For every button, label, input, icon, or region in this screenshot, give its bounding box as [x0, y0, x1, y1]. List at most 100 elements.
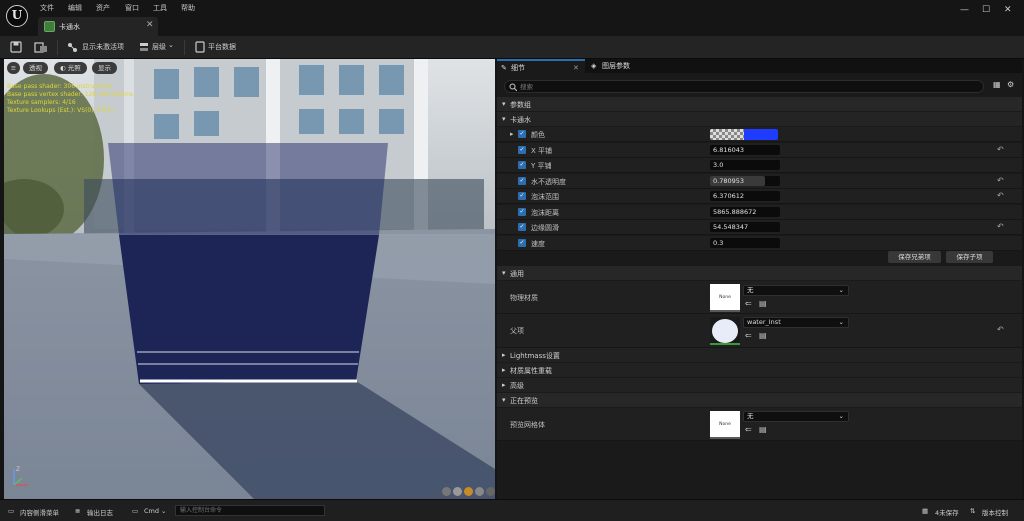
param-value-field[interactable]: 6.370612	[710, 191, 780, 201]
menu-help[interactable]: 帮助	[181, 3, 195, 13]
category-previewing[interactable]: ▾ 正在预览	[497, 393, 1022, 408]
reset-arrow-icon[interactable]: ↶	[997, 176, 1004, 185]
save-children-button[interactable]: 保存子项	[946, 251, 993, 263]
param-value-field[interactable]: 6.816043	[710, 144, 780, 155]
material-viewport[interactable]: ≡ 透视 ◐ 光照 显示 Base pass shader: 306 instr…	[4, 59, 495, 499]
override-checkbox[interactable]: ✓	[518, 176, 526, 185]
source-control-button[interactable]: 版本控制	[982, 507, 1008, 517]
gear-icon[interactable]: ⚙	[1007, 80, 1014, 89]
subcategory-toon-water[interactable]: ▾ 卡通水	[497, 112, 1022, 127]
menu-asset[interactable]: 资产	[96, 3, 110, 13]
browse-icon[interactable]: ▤	[759, 331, 767, 340]
use-selected-icon[interactable]: ⇐	[745, 331, 752, 340]
browse-icon[interactable]: ▤	[759, 299, 767, 308]
save-siblings-button[interactable]: 保存兄弟项	[888, 251, 941, 263]
details-tab[interactable]: ✎ 细节 ✕	[497, 59, 585, 73]
category-material-override[interactable]: ▸ 材质属性重载	[497, 363, 1022, 378]
window-close-icon[interactable]: ✕	[1004, 5, 1012, 15]
platform-device-icon	[195, 41, 205, 53]
category-label: 参数组	[510, 101, 531, 109]
category-param-group[interactable]: ▾ 参数组	[497, 97, 1022, 112]
override-checkbox[interactable]: ✓	[518, 223, 526, 231]
close-details-icon[interactable]: ✕	[573, 61, 579, 75]
param-row: ✓ X 平铺 6.816043 ↶	[497, 142, 1022, 158]
override-checkbox[interactable]: ✓	[518, 130, 526, 138]
menu-tools[interactable]: 工具	[153, 3, 167, 13]
output-log-button[interactable]: 输出日志	[87, 507, 113, 517]
override-checkbox[interactable]: ✓	[518, 207, 526, 216]
param-label: 边缘圆滑	[531, 224, 559, 232]
param-label: 颜色	[531, 131, 545, 139]
phys-material-dropdown[interactable]: 无 ⌄	[743, 285, 849, 296]
close-tab-icon[interactable]: ✕	[146, 20, 154, 30]
chevron-down-icon: ⌄	[838, 286, 844, 294]
console-input[interactable]	[175, 505, 325, 516]
asset-tab[interactable]: 卡通水 ✕	[38, 17, 158, 36]
param-value-field[interactable]: 5865.888672	[710, 206, 780, 217]
viewport-scene	[4, 59, 495, 499]
parent-dropdown[interactable]: water_Inst ⌄	[743, 317, 849, 328]
shader-stat-line: Texture Lookups (Est.): VS(0), PS(5)	[7, 107, 114, 114]
show-inactive-button[interactable]: 显示未激活项	[82, 42, 124, 52]
chevron-down-icon: ⌄	[838, 318, 844, 326]
reset-arrow-icon[interactable]: ↶	[997, 222, 1004, 231]
param-value: 54.548347	[713, 223, 749, 231]
save-icon[interactable]	[10, 41, 22, 53]
param-value: 3.0	[713, 161, 724, 169]
use-selected-icon[interactable]: ⇐	[745, 299, 752, 308]
show-button[interactable]: 显示	[92, 62, 117, 74]
menu-edit[interactable]: 编辑	[68, 3, 82, 13]
phys-material-thumbnail[interactable]: None	[710, 284, 740, 312]
category-label: 通用	[510, 270, 524, 278]
param-value-field[interactable]: 0.780953	[710, 175, 780, 186]
category-general[interactable]: ▾ 通用	[497, 266, 1022, 281]
reset-arrow-icon[interactable]: ↶	[997, 325, 1004, 334]
param-value-field[interactable]: 0.3	[710, 237, 780, 248]
unsaved-button[interactable]: 4未保存	[935, 507, 959, 517]
color-swatch[interactable]	[710, 129, 778, 140]
table-view-icon[interactable]: ▦	[993, 80, 1001, 89]
override-checkbox[interactable]: ✓	[518, 161, 526, 169]
reset-arrow-icon[interactable]: ↶	[997, 191, 1004, 200]
preview-sphere-icon[interactable]	[453, 487, 462, 496]
details-search-box[interactable]	[504, 80, 984, 93]
reset-arrow-icon[interactable]: ↶	[997, 145, 1004, 154]
browse-asset-icon[interactable]	[34, 41, 48, 53]
parent-thumbnail[interactable]	[710, 317, 740, 345]
override-checkbox[interactable]: ✓	[518, 192, 526, 200]
param-row: ✓ 泡沫距离 5865.888672	[497, 204, 1022, 220]
search-icon	[509, 83, 517, 91]
viewport-menu-button[interactable]: ≡	[7, 62, 20, 74]
material-instance-icon	[44, 21, 55, 32]
preview-plane-icon[interactable]	[464, 487, 473, 496]
search-input[interactable]	[520, 82, 960, 91]
maximize-icon[interactable]: ☐	[982, 5, 990, 15]
preview-cylinder-icon[interactable]	[442, 487, 451, 496]
use-selected-icon[interactable]: ⇐	[745, 425, 752, 434]
platform-data-button[interactable]: 平台数据	[208, 42, 236, 52]
param-value-field[interactable]: 54.548347	[710, 222, 780, 232]
menu-file[interactable]: 文件	[40, 3, 54, 13]
layers-icon: ◈	[591, 62, 597, 70]
preview-mesh-thumbnail[interactable]: None	[710, 411, 740, 439]
source-control-icon: ⇅	[970, 507, 976, 515]
param-value-field[interactable]: 3.0	[710, 160, 780, 170]
preview-mesh-dropdown[interactable]: 无 ⌄	[743, 411, 849, 422]
override-checkbox[interactable]: ✓	[518, 145, 526, 154]
hierarchy-dropdown[interactable]: 层级	[152, 42, 166, 52]
preview-cube-icon[interactable]	[475, 487, 484, 496]
override-checkbox[interactable]: ✓	[518, 238, 526, 247]
category-lightmass[interactable]: ▸ Lightmass设置	[497, 348, 1022, 363]
console-icon: ▭	[132, 507, 139, 515]
browse-icon[interactable]: ▤	[759, 425, 767, 434]
preview-mesh-icon[interactable]	[486, 487, 495, 496]
perspective-button[interactable]: 透视	[23, 62, 48, 74]
lit-mode-button[interactable]: ◐ 光照	[54, 62, 87, 74]
unreal-logo-icon[interactable]: U	[6, 5, 28, 27]
minimize-icon[interactable]: —	[960, 5, 969, 15]
cmd-dropdown[interactable]: Cmd	[144, 507, 159, 515]
category-advanced[interactable]: ▸ 高级	[497, 378, 1022, 393]
content-drawer-button[interactable]: 内容侧滑菜单	[20, 507, 59, 517]
param-row: ✓ Y 平铺 3.0	[497, 158, 1022, 173]
menu-window[interactable]: 窗口	[125, 3, 139, 13]
